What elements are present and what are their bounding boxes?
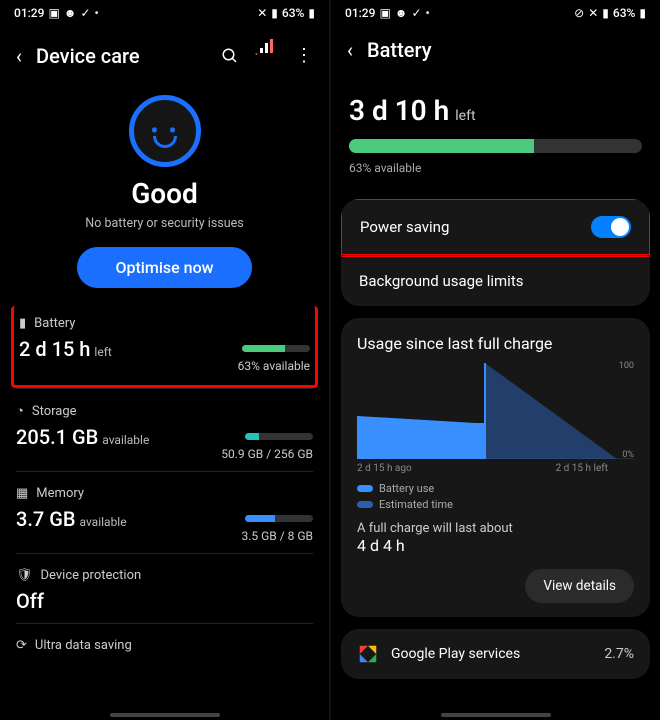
full-charge-estimate-label: A full charge will last about <box>357 521 634 536</box>
check-icon: ✓ <box>80 6 90 20</box>
battery-icon: ▮ <box>308 6 315 20</box>
status-subtitle: No battery or security issues <box>0 216 329 231</box>
optimise-button[interactable]: Optimise now <box>77 247 251 288</box>
battery-settings-card: Power saving Background usage limits <box>341 199 650 306</box>
gallery-icon: ▣ <box>379 6 390 20</box>
appbar: ‹ Battery <box>331 22 660 70</box>
status-bar: 01:29 ▣ ☻ ✓ • ⊘ ✕ ▮ 63% ▮ <box>331 0 660 22</box>
device-care-screen: 01:29 ▣ ☻ ✓ • ✕ ▮ 63% ▮ ‹ Device care • … <box>0 0 329 720</box>
storage-icon: ◔ <box>16 403 24 419</box>
back-icon[interactable]: ‹ <box>347 38 353 62</box>
battery-small-icon: ▮ <box>19 316 26 331</box>
storage-row[interactable]: ◔ Storage 205.1 GBavailable 50.9 GB / 25… <box>16 388 313 471</box>
legend-battery-use: Battery use <box>357 482 634 495</box>
back-icon[interactable]: ‹ <box>16 44 22 68</box>
battery-summary: 3 d 10 hleft 63% available <box>331 70 660 187</box>
legend-estimated: Estimated time <box>357 498 634 511</box>
ultra-data-saving-row[interactable]: ⟳ Ultra data saving <box>16 623 313 669</box>
nav-handle[interactable] <box>441 713 551 717</box>
overflow-icon[interactable]: ⋮ <box>295 45 313 66</box>
search-icon[interactable] <box>221 47 239 65</box>
status-hero: • • Good No battery or security issues O… <box>0 81 329 306</box>
usage-bars-icon[interactable]: • <box>259 38 275 73</box>
memory-icon: ▦ <box>16 486 28 501</box>
battery-row[interactable]: ▮ Battery 2 d 15 hleft 63% available <box>11 306 318 388</box>
page-title: Device care <box>36 44 207 68</box>
appbar: ‹ Device care • ⋮ <box>0 22 329 81</box>
app-usage-row[interactable]: Google Play services 2.7% <box>341 629 650 679</box>
power-saving-toggle[interactable] <box>591 216 631 238</box>
status-time: 01:29 <box>345 6 375 20</box>
nav-handle[interactable] <box>110 713 220 717</box>
power-saving-row[interactable]: Power saving <box>341 199 650 257</box>
usage-card: Usage since last full charge 1000% 2 d 1… <box>341 318 650 617</box>
battery-icon: ▮ <box>639 6 646 20</box>
memory-mini-bar <box>245 515 313 522</box>
dnd-icon: ⊘ <box>574 6 584 20</box>
battery-mini-bar <box>242 345 310 352</box>
full-charge-estimate-value: 4 d 4 h <box>357 536 634 555</box>
smiley-icon: • • <box>129 95 201 167</box>
device-protection-row[interactable]: 🛡 Device protection Off <box>16 553 313 623</box>
battery-progress-bar <box>349 139 642 153</box>
play-store-icon <box>357 643 379 665</box>
data-saving-icon: ⟳ <box>16 638 27 653</box>
memory-row[interactable]: ▦ Memory 3.7 GBavailable 3.5 GB / 8 GB <box>16 471 313 553</box>
person-icon: ☻ <box>395 6 408 20</box>
status-heading: Good <box>0 177 329 210</box>
shield-icon: 🛡 <box>16 568 33 583</box>
status-time: 01:29 <box>14 6 44 20</box>
usage-chart[interactable]: 1000% <box>357 363 634 459</box>
storage-mini-bar <box>245 433 313 440</box>
status-battery-pct: 63% <box>282 6 304 20</box>
view-details-button[interactable]: View details <box>525 569 634 603</box>
background-usage-limits-row[interactable]: Background usage limits <box>341 255 650 306</box>
gallery-icon: ▣ <box>48 6 59 20</box>
mute-icon: ✕ <box>588 6 598 20</box>
signal-icon: ▮ <box>271 6 278 20</box>
signal-icon: ▮ <box>602 6 609 20</box>
usage-title: Usage since last full charge <box>357 334 634 353</box>
check-icon: ✓ <box>411 6 421 20</box>
status-bar: 01:29 ▣ ☻ ✓ • ✕ ▮ 63% ▮ <box>0 0 329 22</box>
status-battery-pct: 63% <box>613 6 635 20</box>
person-icon: ☻ <box>64 6 77 20</box>
page-title: Battery <box>367 38 644 62</box>
battery-screen: 01:29 ▣ ☻ ✓ • ⊘ ✕ ▮ 63% ▮ ‹ Battery 3 d … <box>331 0 660 720</box>
dot-icon: • <box>95 6 99 20</box>
dot-icon: • <box>426 6 430 20</box>
mute-icon: ✕ <box>257 6 267 20</box>
